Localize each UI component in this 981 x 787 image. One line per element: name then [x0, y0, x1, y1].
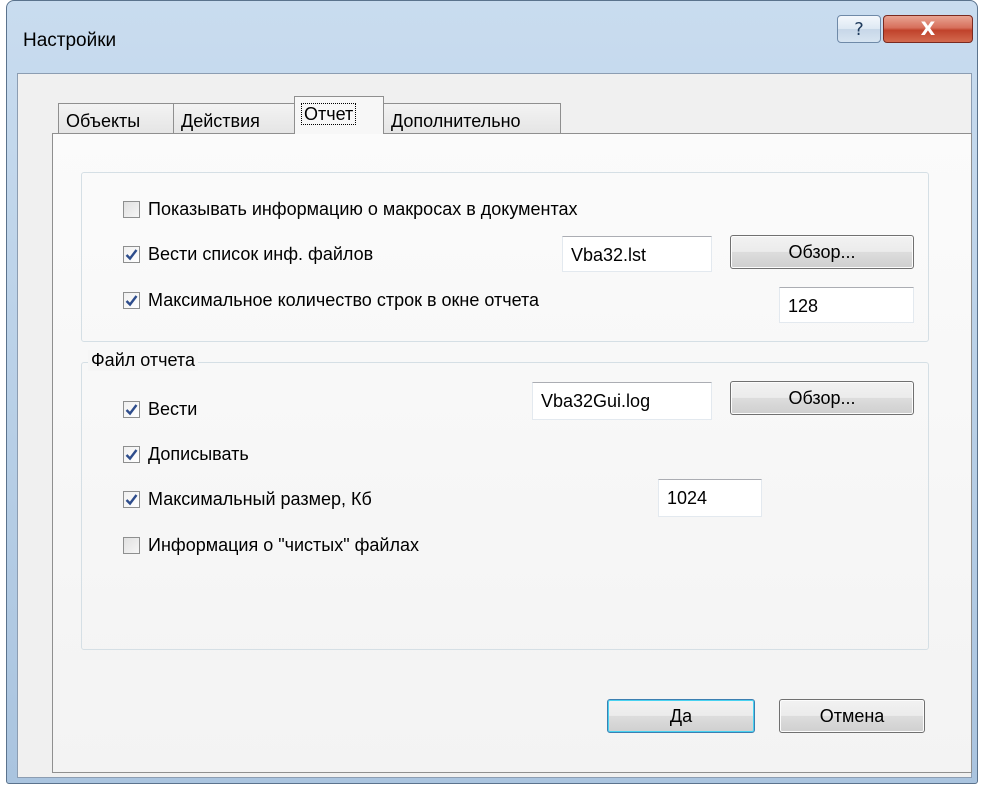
show-macro-info-option[interactable]: Показывать информацию о макросах в докум…: [123, 199, 578, 220]
keep-file-list-option[interactable]: Вести список инф. файлов: [123, 244, 373, 265]
tab-label: Дополнительно: [391, 111, 521, 131]
tab-label: Действия: [181, 111, 260, 131]
show-macro-info-label: Показывать информацию о макросах в докум…: [148, 199, 578, 219]
append-label: Дописывать: [148, 444, 249, 464]
tab-label: Объекты: [66, 111, 141, 131]
clean-files-checkbox[interactable]: [123, 537, 140, 554]
max-size-option[interactable]: Максимальный размер, Кб: [123, 489, 372, 510]
show-macro-info-checkbox[interactable]: [123, 201, 140, 218]
settings-dialog: Настройки ? X Объекты Действия Отчет Доп…: [6, 0, 978, 784]
clean-files-label: Информация о "чистых" файлах: [148, 535, 420, 555]
checkmark-icon: [125, 249, 138, 261]
browse-file-list-button[interactable]: Обзор...: [730, 235, 914, 269]
max-lines-option[interactable]: Максимальное количество строк в окне отч…: [123, 290, 539, 311]
log-file-path-input[interactable]: Vba32Gui.log: [532, 382, 712, 420]
tab-objects[interactable]: Объекты: [58, 103, 174, 135]
tab-advanced[interactable]: Дополнительно: [383, 103, 561, 135]
append-option[interactable]: Дописывать: [123, 444, 249, 465]
keep-log-option[interactable]: Вести: [123, 399, 197, 420]
dialog-client-area: Объекты Действия Отчет Дополнительно Пок…: [17, 73, 972, 778]
window-title: Настройки: [23, 30, 117, 51]
tab-actions[interactable]: Действия: [173, 103, 295, 135]
tab-panel-report: Показывать информацию о макросах в докум…: [52, 133, 972, 773]
cancel-button[interactable]: Отмена: [779, 699, 925, 733]
keep-log-label: Вести: [148, 399, 198, 419]
max-size-label: Максимальный размер, Кб: [148, 489, 372, 509]
checkmark-icon: [125, 494, 138, 506]
browse-log-file-button[interactable]: Обзор...: [730, 381, 914, 415]
checkmark-icon: [125, 449, 138, 461]
clean-files-option[interactable]: Информация о "чистых" файлах: [123, 535, 419, 556]
help-button[interactable]: ?: [837, 15, 881, 43]
tab-label: Отчет: [300, 103, 357, 125]
checkmark-icon: [125, 295, 138, 307]
title-bar[interactable]: Настройки ? X: [7, 1, 977, 73]
checkmark-icon: [125, 404, 138, 416]
max-size-input[interactable]: 1024: [658, 479, 762, 517]
file-list-path-input[interactable]: Vba32.lst: [562, 236, 712, 272]
max-lines-input[interactable]: 128: [779, 287, 914, 323]
ok-button[interactable]: Да: [607, 699, 755, 733]
append-checkbox[interactable]: [123, 446, 140, 463]
max-lines-checkbox[interactable]: [123, 292, 140, 309]
keep-log-checkbox[interactable]: [123, 401, 140, 418]
keep-file-list-label: Вести список инф. файлов: [148, 244, 374, 264]
max-size-checkbox[interactable]: [123, 491, 140, 508]
tab-report[interactable]: Отчет: [294, 96, 384, 134]
report-file-group-title: Файл отчета: [88, 350, 198, 371]
max-lines-label: Максимальное количество строк в окне отч…: [148, 290, 540, 310]
close-icon: X: [920, 18, 936, 40]
help-icon: ?: [854, 18, 864, 40]
keep-file-list-checkbox[interactable]: [123, 246, 140, 263]
close-button[interactable]: X: [883, 15, 973, 43]
